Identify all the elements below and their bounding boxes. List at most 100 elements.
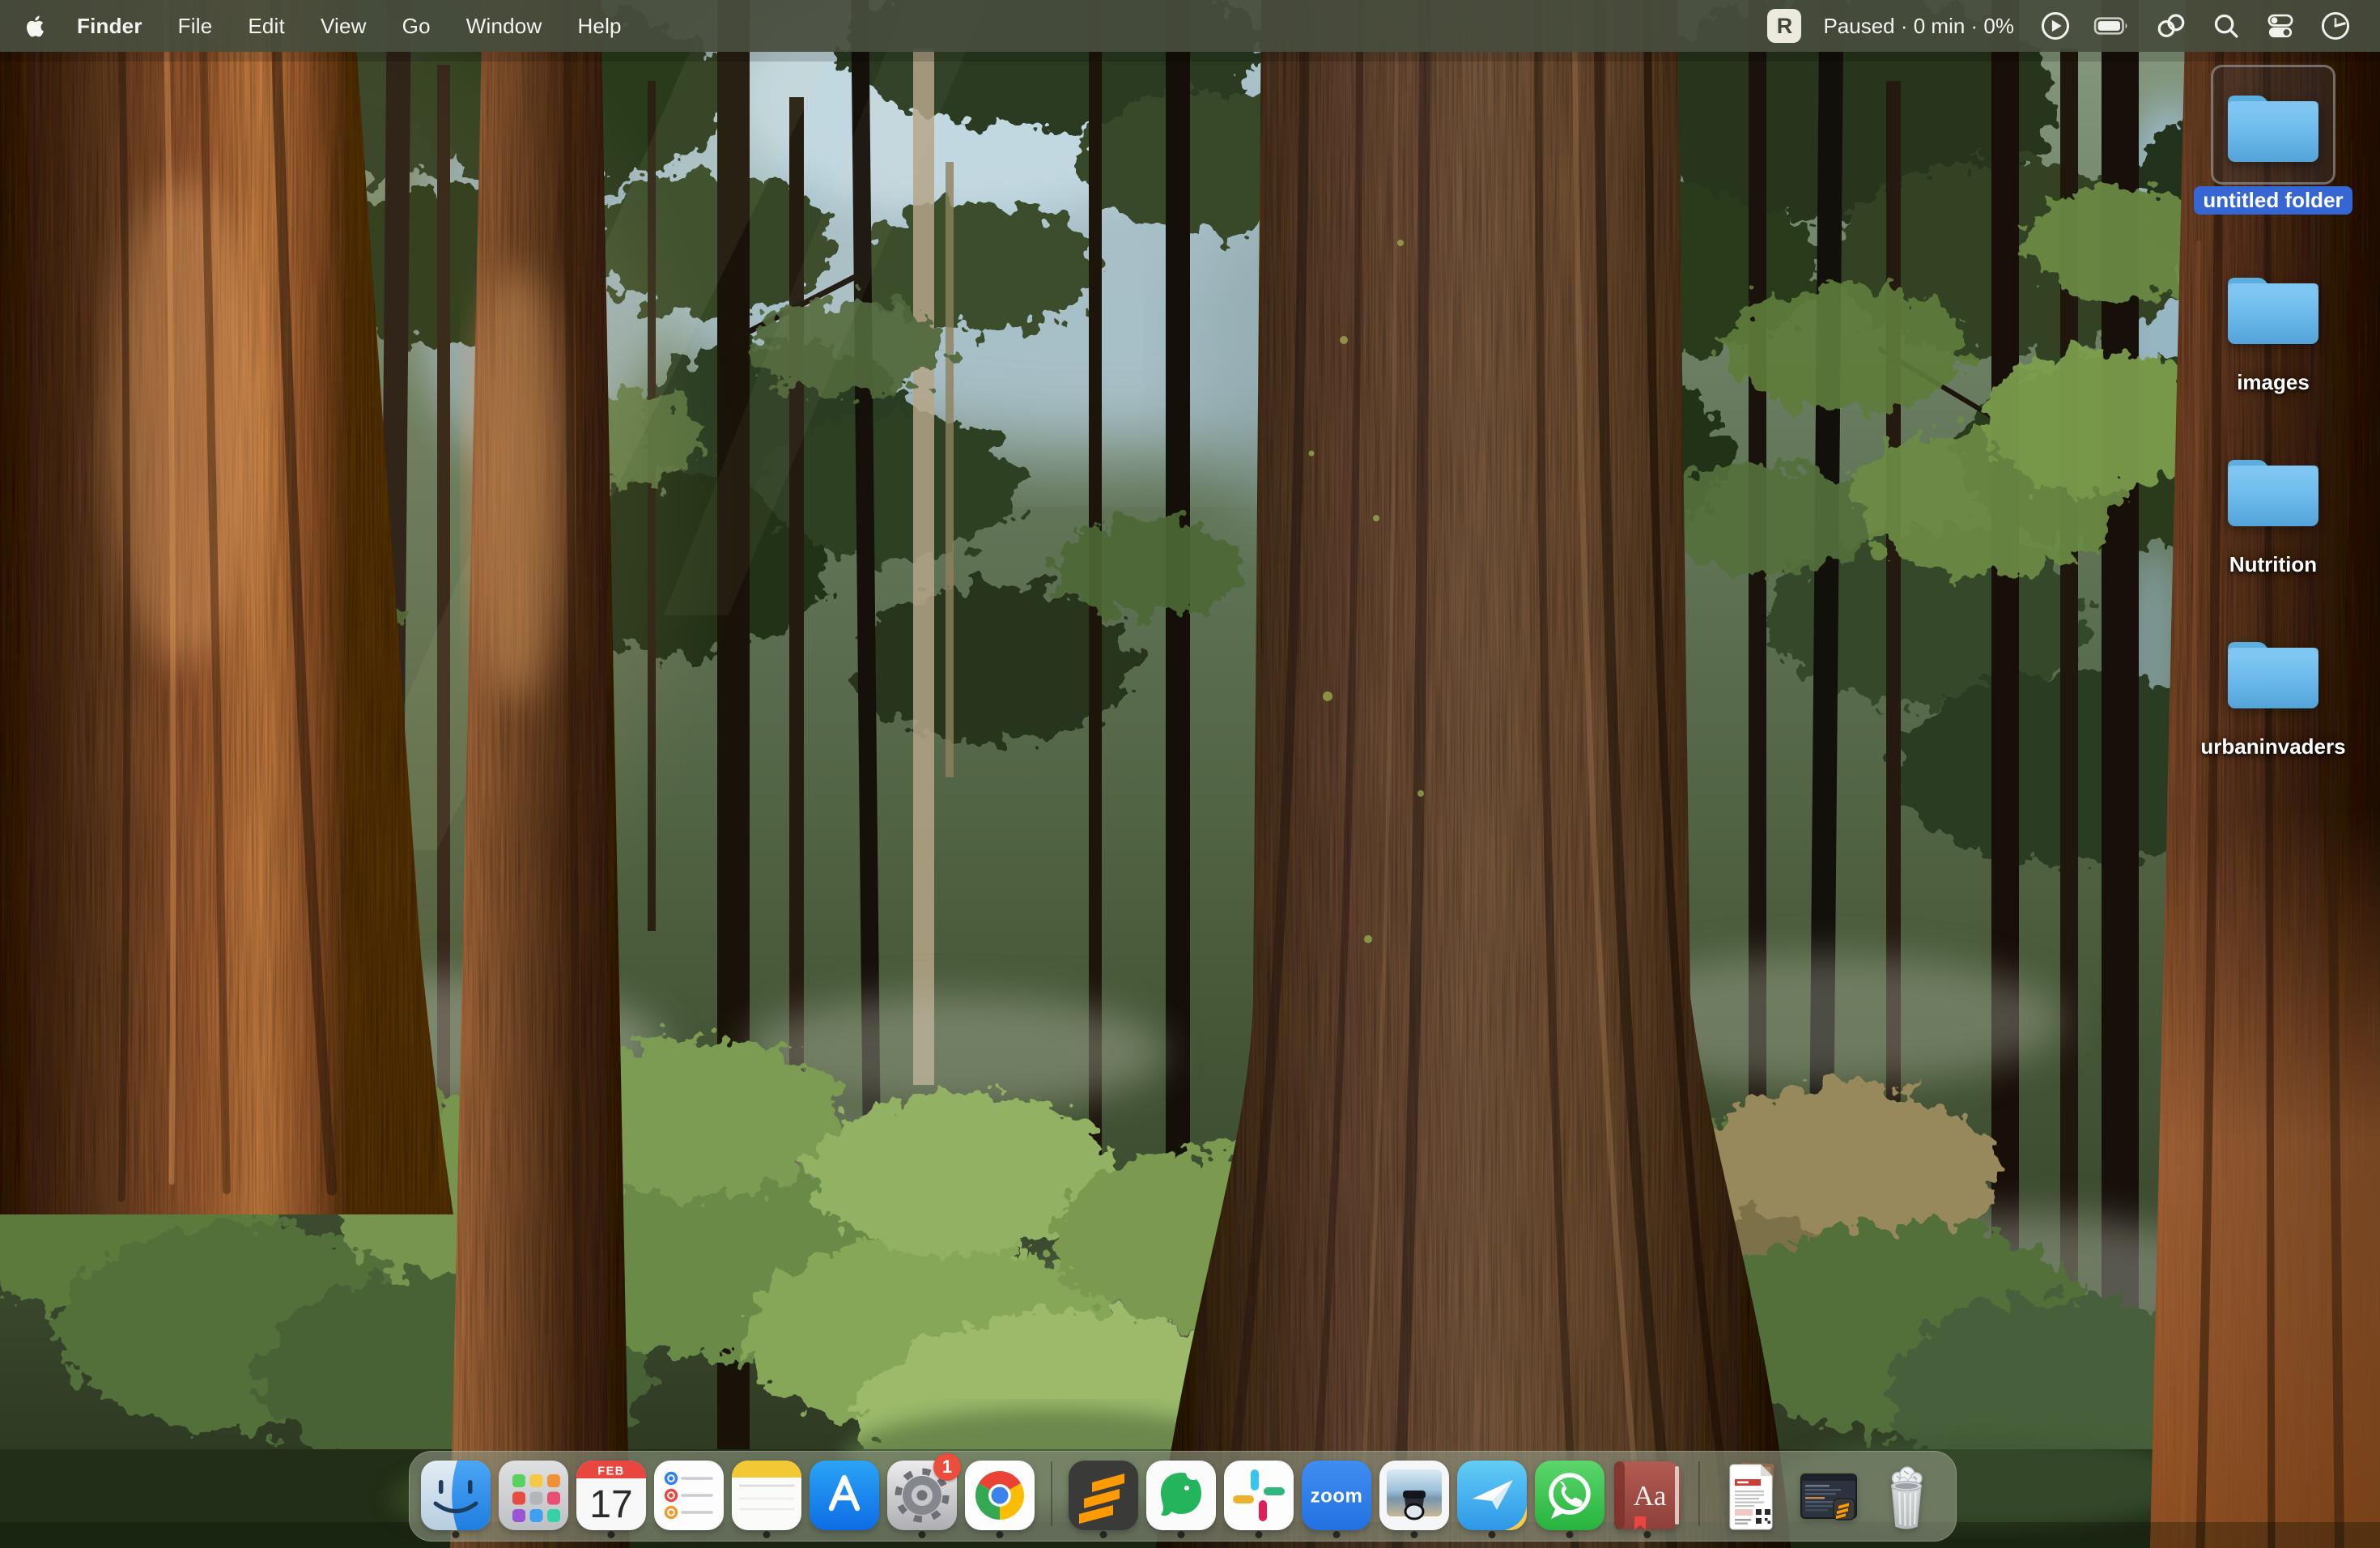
menu-edit[interactable]: Edit [230,14,303,39]
running-indicator [1256,1531,1263,1538]
battery-icon[interactable] [2093,11,2132,40]
menu-window[interactable]: Window [448,14,560,39]
folder-name-text: untitled folder [2203,188,2343,212]
app-store-icon [807,1458,882,1533]
reminders-icon [652,1458,726,1533]
running-indicator [1411,1531,1418,1538]
menu-bar-left: Finder File Edit View Go Window Help [23,14,640,39]
desktop-folder-column: untitled folder images [2174,0,2372,1548]
pdf-document-icon [1714,1458,1788,1533]
folder-label: untitled folder [2194,186,2352,215]
dock-calendar[interactable]: FEB 17 [572,1458,650,1539]
dock-preview[interactable] [1375,1458,1453,1539]
folder-selection-box [2211,65,2335,185]
folder-icon [2221,82,2325,168]
sublime-text-icon [1066,1458,1141,1533]
desktop-folder-nutrition[interactable]: Nutrition [2174,429,2372,579]
running-indicator [608,1531,615,1538]
folder-icon [2221,628,2325,714]
sublime-window-icon [1791,1458,1866,1533]
calendar-icon: FEB 17 [574,1458,648,1533]
dock: FEB 17 [409,1451,1957,1542]
dock-separator [1698,1461,1700,1526]
finder-icon [419,1458,493,1533]
folder-label: images [2228,368,2318,397]
dock-system-settings[interactable]: 1 [883,1458,961,1539]
menu-help[interactable]: Help [559,14,639,39]
desktop: Finder File Edit View Go Window Help R P… [0,0,2380,1548]
menu-view[interactable]: View [303,14,385,39]
control-center-icon[interactable] [2264,10,2297,42]
folder-label: urbaninvaders [2191,733,2354,761]
folder-icon [2221,446,2325,532]
dock-spark[interactable] [1453,1458,1531,1539]
zoom-wordmark-text: zoom [1311,1486,1363,1508]
folder-label: Nutrition [2221,551,2326,579]
folder-name-text: urbaninvaders [2200,734,2345,759]
menu-bar-status: R Paused · 0 min · 0% [1767,9,2352,43]
notification-badge: 1 [933,1453,961,1481]
zoom-icon: zoom [1299,1458,1374,1533]
dock-sublime-text[interactable] [1065,1458,1142,1539]
clock-icon[interactable] [2318,9,2352,43]
recorder-status-text[interactable]: Paused · 0 min · 0% [1823,14,2014,39]
apple-logo-icon [23,14,48,39]
dock-app-store[interactable] [805,1458,883,1539]
link-icon[interactable] [2154,10,2188,42]
chrome-icon [963,1458,1037,1533]
launchpad-icon [496,1458,571,1533]
dock-separator [1051,1461,1052,1526]
desktop-folder-untitled-folder[interactable]: untitled folder [2174,65,2372,215]
preview-icon [1377,1458,1451,1533]
running-indicator [763,1531,771,1538]
dock-slack[interactable] [1220,1458,1298,1539]
folder-icon-wrap [2211,429,2335,549]
dock-finder[interactable] [417,1458,495,1539]
wallpaper-sequoia-forest [0,0,2380,1548]
evernote-icon [1144,1458,1218,1533]
folder-icon [2221,264,2325,350]
menu-go[interactable]: Go [385,14,448,39]
dock-pdf-document[interactable] [1712,1458,1790,1539]
running-indicator [1333,1531,1341,1538]
dictionary-icon: Aa [1610,1458,1685,1533]
folder-icon-wrap [2211,247,2335,367]
dock-zoom[interactable]: zoom [1298,1458,1375,1539]
running-indicator [919,1531,926,1538]
play-circle-icon[interactable] [2039,10,2072,42]
desktop-folder-urbaninvaders[interactable]: urbaninvaders [2174,611,2372,761]
running-indicator [1566,1531,1574,1538]
dock-trash[interactable] [1868,1458,1945,1539]
running-indicator [1100,1531,1107,1538]
dock-evernote[interactable] [1142,1458,1220,1539]
trash-full-icon [1869,1458,1944,1533]
menu-file[interactable]: File [160,14,231,39]
search-icon[interactable] [2210,10,2242,42]
desktop-folder-images[interactable]: images [2174,247,2372,397]
dock-launchpad[interactable] [495,1458,572,1539]
running-indicator [1489,1531,1496,1538]
apple-menu[interactable] [23,14,48,39]
spark-icon [1455,1458,1529,1533]
dock-notes[interactable] [728,1458,805,1539]
menu-finder[interactable]: Finder [59,14,160,39]
folder-name-text: images [2237,370,2310,394]
dock-dictionary[interactable]: Aa [1609,1458,1686,1539]
calendar-day-text: 17 [589,1483,632,1526]
menu-bar: Finder File Edit View Go Window Help R P… [0,0,2380,52]
dictionary-aa-text: Aa [1634,1480,1667,1512]
running-indicator [1644,1531,1651,1538]
whatsapp-icon [1532,1458,1607,1533]
calendar-month-text: FEB [597,1465,625,1478]
folder-name-text: Nutrition [2229,552,2317,576]
dock-whatsapp[interactable] [1531,1458,1609,1539]
dock-chrome[interactable] [961,1458,1039,1539]
running-indicator [997,1531,1004,1538]
notes-icon [729,1458,804,1533]
running-indicator [1178,1531,1185,1538]
folder-icon-wrap [2211,611,2335,731]
slack-icon [1222,1458,1296,1533]
dock-reminders[interactable] [650,1458,728,1539]
recorder-badge[interactable]: R [1767,9,1801,43]
dock-sublime-window[interactable] [1790,1458,1868,1539]
